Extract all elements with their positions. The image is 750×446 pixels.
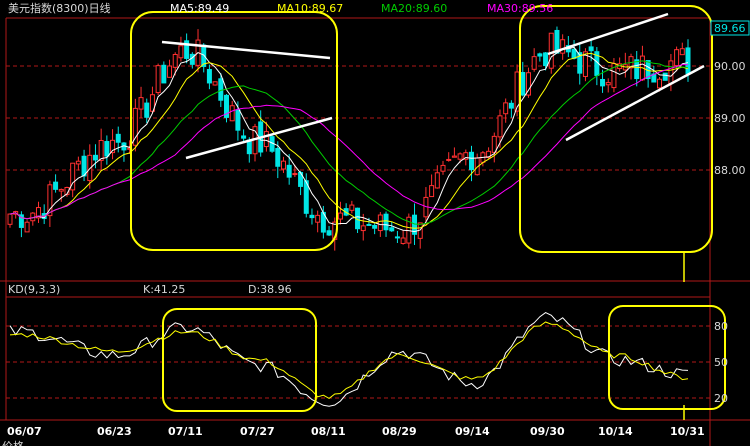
- kd-header: KD(9,3,3) K:41.25 D:38.96: [8, 283, 292, 296]
- candle-up: [315, 214, 321, 223]
- date-tick-0: 06/07: [7, 425, 42, 438]
- ma20-value: MA20:89.60: [381, 2, 447, 15]
- candle-down: [326, 230, 332, 236]
- candle-down: [468, 151, 474, 171]
- candle-down: [218, 78, 224, 101]
- candle-up: [155, 65, 161, 94]
- ma5-value: MA5:89.49: [170, 2, 229, 15]
- candle-up: [657, 78, 663, 89]
- candle-up: [434, 172, 440, 189]
- candle-up: [446, 158, 452, 161]
- instrument-title: 美元指数(8300)日线: [8, 1, 111, 15]
- candle-up: [178, 45, 184, 59]
- candle-down: [571, 48, 577, 59]
- candle-down: [543, 52, 549, 67]
- date-tick-1: 06/23: [97, 425, 132, 438]
- date-tick-2: 07/11: [168, 425, 203, 438]
- candle-up: [548, 32, 554, 69]
- candle-down: [588, 46, 594, 52]
- candle-up: [229, 105, 235, 122]
- candle-down: [662, 72, 668, 81]
- candle-up: [212, 81, 218, 86]
- price-tick-88: 88.00: [714, 164, 746, 177]
- candle-up: [337, 212, 343, 220]
- candle-up: [75, 160, 81, 165]
- candle-up: [457, 153, 463, 160]
- stock-chart-window[interactable]: 美元指数(8300)日线 MA5:89.49 MA10:89.67 MA20:8…: [0, 0, 750, 446]
- candle-up: [605, 82, 611, 86]
- candle-down: [92, 154, 98, 161]
- ma30-value: MA30:89.56: [487, 2, 553, 15]
- candle-down: [161, 64, 167, 84]
- candle-down: [383, 213, 389, 231]
- candle-up: [497, 115, 503, 138]
- candle-down: [508, 102, 514, 109]
- candle-down: [241, 135, 247, 139]
- candle-down: [600, 78, 606, 87]
- candle-down: [275, 147, 281, 167]
- candle-down: [144, 102, 150, 118]
- candle-up: [360, 225, 366, 232]
- candle-up: [138, 97, 144, 110]
- candle-up: [503, 102, 509, 115]
- candle-up: [377, 214, 383, 232]
- date-tick-5: 08/29: [382, 425, 417, 438]
- candle-up: [560, 39, 566, 54]
- candle-down: [634, 59, 640, 80]
- kd-d-value: D:38.96: [248, 283, 292, 296]
- kd-tick-80: 80: [714, 320, 728, 333]
- candle-up: [263, 131, 269, 148]
- candle-down: [104, 141, 110, 157]
- candle-down: [685, 47, 691, 74]
- candle-down: [537, 53, 543, 57]
- kd-tick-20: 20: [714, 392, 728, 405]
- footer-cutoff-text: 价格: [2, 439, 24, 446]
- current-price-label: 89.66: [714, 22, 746, 35]
- date-tick-4: 08/11: [311, 425, 346, 438]
- candle-up: [280, 160, 286, 170]
- candle-up: [349, 204, 355, 211]
- candle-down: [206, 69, 212, 84]
- candle-up: [400, 237, 406, 244]
- candle-down: [115, 133, 121, 143]
- candle-down: [394, 236, 400, 239]
- candle-up: [668, 60, 674, 85]
- candle-down: [520, 71, 526, 96]
- date-tick-6: 09/14: [455, 425, 490, 438]
- candle-up: [429, 185, 435, 198]
- candle-up: [172, 53, 178, 68]
- candle-down: [372, 224, 378, 229]
- candle-up: [531, 56, 537, 70]
- candle-up: [440, 164, 446, 172]
- candle-down: [53, 181, 59, 190]
- candle-up: [98, 139, 104, 161]
- kd-axis: 80 50 20: [714, 320, 728, 405]
- kd-tick-50: 50: [714, 356, 728, 369]
- date-tick-3: 07/27: [240, 425, 275, 438]
- candle-up: [7, 213, 13, 225]
- candle-down: [235, 109, 241, 131]
- candle-up: [451, 155, 457, 158]
- candle-up: [679, 48, 685, 56]
- candle-up: [292, 173, 298, 176]
- price-tick-89: 89.00: [714, 112, 746, 125]
- price-tick-90: 90.00: [714, 60, 746, 73]
- date-tick-9: 10/31: [670, 425, 705, 438]
- kd-title: KD(9,3,3): [8, 283, 60, 296]
- candle-up: [58, 188, 64, 192]
- kd-k-value: K:41.25: [143, 283, 185, 296]
- ma10-value: MA10:89.67: [277, 2, 343, 15]
- date-tick-7: 09/30: [530, 425, 565, 438]
- candle-down: [286, 164, 292, 178]
- candle-down: [366, 223, 372, 226]
- candle-up: [24, 221, 30, 233]
- date-tick-8: 10/14: [598, 425, 633, 438]
- candle-down: [309, 214, 315, 219]
- candle-up: [674, 49, 680, 67]
- candle-up: [167, 65, 173, 78]
- candle-down: [81, 155, 87, 177]
- candle-down: [389, 227, 395, 232]
